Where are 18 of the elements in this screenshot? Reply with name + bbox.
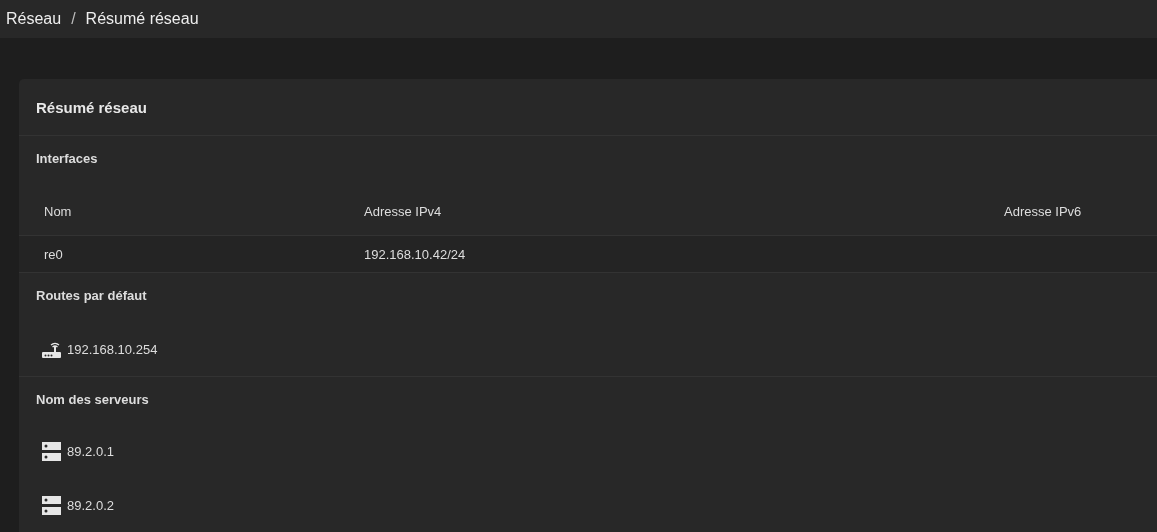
server-icon (42, 441, 61, 461)
card-title: Résumé réseau (19, 79, 1157, 136)
section-title: Interfaces (35, 150, 99, 168)
gateway-address: 192.168.10.254 (67, 341, 158, 357)
table-cell-text: re0 (43, 245, 64, 264)
column-header: Nom (43, 202, 73, 221)
column-header: Adresse IPv4 (363, 202, 443, 221)
router-icon (42, 340, 61, 358)
dns-server-address: 89.2.0.2 (67, 497, 114, 513)
breadcrumb-item[interactable]: Réseau (6, 10, 62, 28)
breadcrumb-item: Résumé réseau (85, 10, 199, 28)
breadcrumb-separator: / (71, 10, 76, 28)
server-icon (42, 495, 61, 515)
table-cell-text: 192.168.10.42/24 (363, 245, 467, 264)
section-title: Nom des serveurs (35, 391, 150, 409)
dns-server-address: 89.2.0.1 (67, 443, 114, 459)
column-header: Adresse IPv6 (1003, 202, 1083, 221)
section-title: Routes par défaut (35, 287, 148, 305)
